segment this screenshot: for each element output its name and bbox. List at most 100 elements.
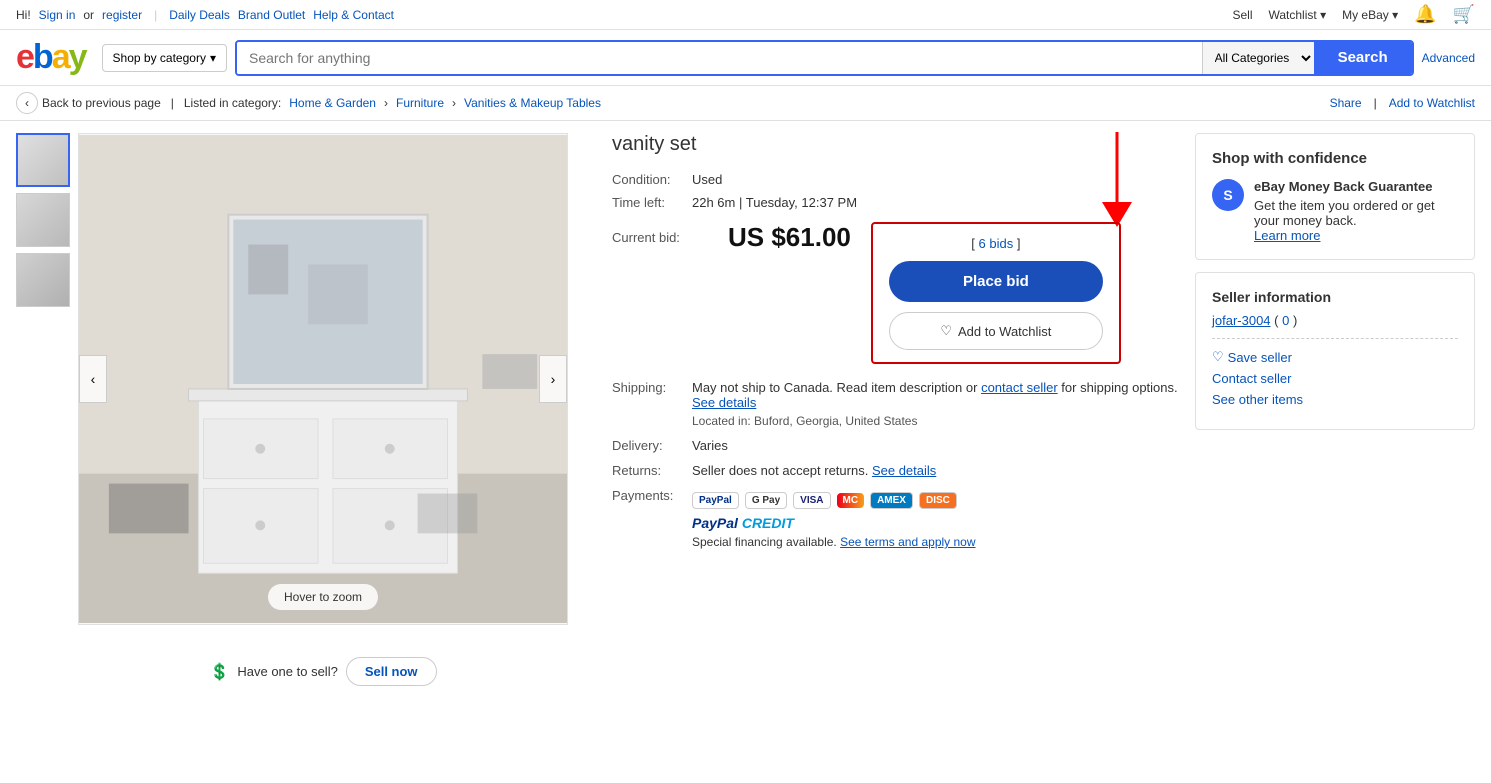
- thumbnail-list: [16, 133, 70, 698]
- cart-icon[interactable]: 🛒: [1453, 4, 1475, 25]
- breadcrumb-home-garden[interactable]: Home & Garden: [289, 96, 376, 110]
- breadcrumb-pipe: |: [1374, 96, 1377, 110]
- main-navigation: ebay Shop by category ▾ All Categories S…: [0, 30, 1491, 86]
- sell-now-button[interactable]: Sell now: [346, 657, 437, 686]
- amex-payment-icon: AMEX: [870, 492, 913, 509]
- search-button[interactable]: Search: [1314, 42, 1412, 74]
- contact-seller-link[interactable]: Contact seller: [1212, 371, 1458, 386]
- search-input[interactable]: [237, 42, 1202, 74]
- back-button[interactable]: ‹: [16, 92, 38, 114]
- thumbnail-3[interactable]: [16, 253, 70, 307]
- sell-link[interactable]: Sell: [1232, 8, 1252, 22]
- save-seller-link[interactable]: ♡ Save seller: [1212, 349, 1458, 365]
- seller-name-link[interactable]: jofar-3004: [1212, 313, 1271, 328]
- product-details: vanity set Condition: Used Time left: 22…: [612, 133, 1179, 698]
- condition-value: Used: [692, 172, 722, 187]
- advanced-search-link[interactable]: Advanced: [1422, 51, 1475, 65]
- bid-current: Current bid: US $61.00: [612, 222, 851, 261]
- breadcrumb-vanities[interactable]: Vanities & Makeup Tables: [464, 96, 601, 110]
- seller-score-parens: (: [1274, 313, 1278, 328]
- bid-label: Current bid:: [612, 230, 712, 245]
- back-page-link[interactable]: Back to previous page: [42, 96, 161, 110]
- delivery-value: Varies: [692, 438, 1179, 453]
- thumbnail-1[interactable]: [16, 133, 70, 187]
- top-nav-right: Sell Watchlist ▾ My eBay ▾ 🔔 🛒: [1232, 4, 1475, 25]
- delivery-label: Delivery:: [612, 438, 692, 453]
- returns-value: Seller does not accept returns. See deta…: [692, 463, 1179, 478]
- paypal-credit-badge: PayPal CREDIT: [692, 515, 976, 531]
- hover-zoom-badge: Hover to zoom: [268, 584, 378, 610]
- register-link[interactable]: register: [102, 8, 142, 22]
- ebay-shield-icon: S: [1212, 179, 1244, 211]
- seller-title: Seller information: [1212, 289, 1458, 305]
- watchlist-chevron-icon: ▾: [1320, 8, 1326, 22]
- image-next-button[interactable]: ›: [539, 355, 567, 403]
- add-to-watchlist-link[interactable]: Add to Watchlist: [1389, 96, 1475, 110]
- bid-box: [ 6 bids ] Place bid ♡ Add to Watchlist: [871, 222, 1121, 364]
- add-to-watchlist-button[interactable]: ♡ Add to Watchlist: [889, 312, 1103, 350]
- shipping-row: Shipping: May not ship to Canada. Read i…: [612, 380, 1179, 428]
- place-bid-button[interactable]: Place bid: [889, 261, 1103, 302]
- ebay-logo[interactable]: ebay: [16, 38, 86, 77]
- gpay-payment-icon: G Pay: [745, 492, 787, 509]
- paypal-payment-icon: PayPal: [692, 492, 739, 509]
- watchlist-link[interactable]: Watchlist ▾: [1268, 8, 1326, 22]
- learn-more-link[interactable]: Learn more: [1254, 228, 1320, 243]
- heart-icon: ♡: [940, 323, 952, 339]
- shipping-location: Located in: Buford, Georgia, United Stat…: [692, 414, 1179, 428]
- seller-score-link[interactable]: 0: [1282, 313, 1289, 328]
- image-prev-button[interactable]: ‹: [79, 355, 107, 403]
- financing-link[interactable]: See terms and apply now: [840, 535, 975, 549]
- hi-text: Hi!: [16, 8, 31, 22]
- returns-row: Returns: Seller does not accept returns.…: [612, 463, 1179, 478]
- contact-seller-shipping-link[interactable]: contact seller: [981, 380, 1058, 395]
- condition-row: Condition: Used: [612, 172, 1179, 187]
- discover-payment-icon: DISC: [919, 492, 957, 509]
- shop-by-button[interactable]: Shop by category ▾: [102, 44, 227, 72]
- seller-name-row: jofar-3004 ( 0 ): [1212, 313, 1458, 328]
- bid-count-link[interactable]: 6 bids: [979, 236, 1014, 251]
- category-select[interactable]: All Categories: [1202, 42, 1314, 74]
- bid-count-row: [ 6 bids ]: [971, 236, 1020, 251]
- share-link[interactable]: Share: [1330, 96, 1362, 110]
- confidence-text: eBay Money Back Guarantee Get the item y…: [1254, 179, 1458, 243]
- shipping-details-link[interactable]: See details: [692, 395, 756, 410]
- breadcrumb-bar: ‹ Back to previous page | Listed in cate…: [0, 86, 1491, 121]
- search-bar: All Categories Search: [235, 40, 1414, 76]
- sidebar: Shop with confidence S eBay Money Back G…: [1195, 133, 1475, 698]
- payments-value: PayPal G Pay VISA MC AMEX DISC PayPal CR…: [692, 488, 976, 549]
- condition-label: Condition:: [612, 172, 692, 187]
- shipping-label: Shipping:: [612, 380, 692, 395]
- daily-deals-link[interactable]: Daily Deals: [169, 8, 230, 22]
- breadcrumb-right: Share | Add to Watchlist: [1330, 96, 1475, 110]
- listed-in-label: Listed in category:: [184, 96, 281, 110]
- bid-area: Current bid: US $61.00 [ 6 bids ] Place …: [612, 222, 1179, 364]
- shop-with-confidence-box: Shop with confidence S eBay Money Back G…: [1195, 133, 1475, 260]
- help-contact-link[interactable]: Help & Contact: [313, 8, 394, 22]
- returns-details-link[interactable]: See details: [872, 463, 936, 478]
- signin-link[interactable]: Sign in: [39, 8, 76, 22]
- time-left-row: Time left: 22h 6m | Tuesday, 12:37 PM: [612, 195, 1179, 210]
- confidence-row: S eBay Money Back Guarantee Get the item…: [1212, 179, 1458, 243]
- breadcrumb-left: ‹ Back to previous page | Listed in cate…: [16, 92, 601, 114]
- delivery-row: Delivery: Varies: [612, 438, 1179, 453]
- thumbnail-2[interactable]: [16, 193, 70, 247]
- shipping-section: Shipping: May not ship to Canada. Read i…: [612, 380, 1179, 549]
- product-image-svg: [79, 134, 567, 624]
- product-images: ‹ › Hover to zoom 💲 Have one to sell? Se…: [16, 133, 596, 698]
- listed-in-text: |: [171, 96, 174, 110]
- shipping-value: May not ship to Canada. Read item descri…: [692, 380, 1179, 428]
- breadcrumb-furniture[interactable]: Furniture: [396, 96, 444, 110]
- myebay-link[interactable]: My eBay ▾: [1342, 8, 1398, 22]
- seller-information-box: Seller information jofar-3004 ( 0 ) ♡ Sa…: [1195, 272, 1475, 430]
- or-text: or: [83, 8, 94, 22]
- see-other-items-link[interactable]: See other items: [1212, 392, 1458, 407]
- product-title: vanity set: [612, 133, 1179, 156]
- notifications-bell-icon[interactable]: 🔔: [1414, 4, 1436, 25]
- divider: |: [154, 8, 157, 22]
- brand-outlet-link[interactable]: Brand Outlet: [238, 8, 305, 22]
- bid-amount: US $61.00: [728, 222, 851, 253]
- top-navigation: Hi! Sign in or register | Daily Deals Br…: [0, 0, 1491, 30]
- payments-label: Payments:: [612, 488, 692, 503]
- shop-by-chevron-icon: ▾: [210, 51, 216, 65]
